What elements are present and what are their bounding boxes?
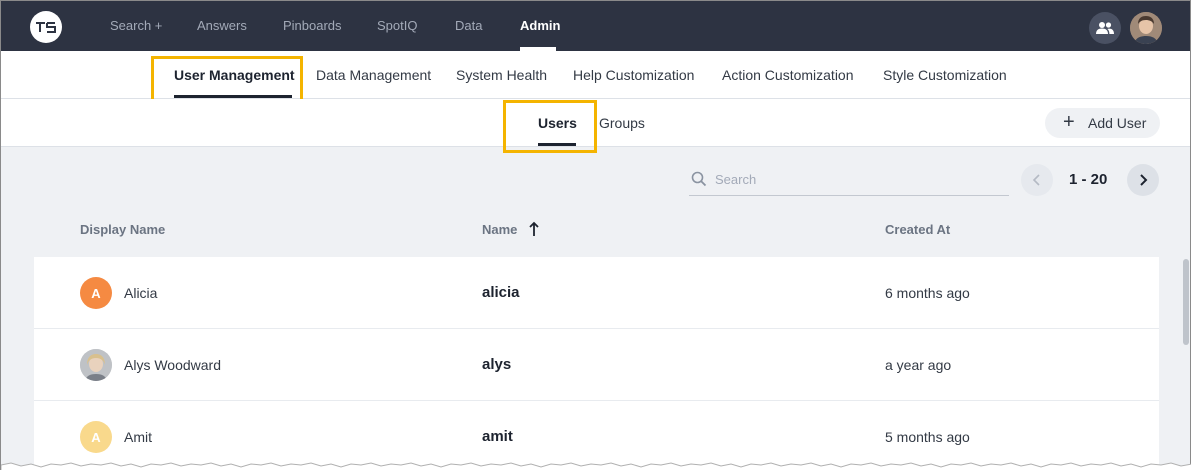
nav-pinboards[interactable]: Pinboards: [283, 18, 342, 33]
avatar: A: [80, 421, 112, 453]
display-name: Amit: [124, 429, 152, 445]
user-name: amit: [482, 428, 513, 445]
plus-icon: +: [1063, 111, 1075, 133]
add-user-button[interactable]: + Add User: [1045, 108, 1160, 138]
avatar: [80, 349, 112, 381]
tab-help-customization[interactable]: Help Customization: [573, 67, 694, 83]
app-logo[interactable]: [30, 11, 62, 43]
created-at: 5 months ago: [885, 429, 970, 445]
search-placeholder: Search: [715, 172, 757, 187]
avatar: A: [80, 277, 112, 309]
avatar-initial: A: [91, 429, 101, 445]
prev-page-button[interactable]: [1021, 164, 1053, 196]
column-header-created-at[interactable]: Created At: [885, 222, 950, 237]
user-name: alys: [482, 356, 512, 373]
table-row[interactable]: Alys Woodward alys a year ago: [34, 329, 1159, 401]
next-page-button[interactable]: [1127, 164, 1159, 196]
search-icon: [691, 171, 707, 187]
nav-search[interactable]: Search +: [110, 18, 162, 33]
column-header-name[interactable]: Name: [482, 222, 517, 237]
tab-action-customization[interactable]: Action Customization: [722, 67, 854, 83]
user-name: alicia: [482, 284, 520, 301]
chevron-right-icon: [1140, 174, 1148, 186]
search-input[interactable]: Search: [689, 167, 1009, 196]
add-user-label: Add User: [1088, 115, 1147, 131]
profile-avatar[interactable]: [1130, 12, 1162, 44]
table-row[interactable]: A Alicia alicia 6 months ago: [34, 257, 1159, 329]
display-name: Alys Woodward: [124, 357, 222, 373]
torn-edge: [1, 462, 1191, 470]
nav-admin[interactable]: Admin: [520, 18, 560, 33]
nav-data[interactable]: Data: [455, 18, 482, 33]
tab-style-customization[interactable]: Style Customization: [883, 67, 1007, 83]
display-name: Alicia: [124, 285, 158, 301]
user-photo-icon: [80, 349, 112, 381]
created-at: 6 months ago: [885, 285, 970, 301]
avatar-initial: A: [91, 285, 101, 301]
top-nav: Search + Answers Pinboards SpotIQ Data A…: [1, 1, 1190, 51]
chevron-left-icon: [1032, 174, 1040, 186]
column-header-display-name[interactable]: Display Name: [80, 222, 165, 237]
created-at: a year ago: [885, 357, 952, 373]
people-button[interactable]: [1089, 12, 1121, 44]
people-icon: [1096, 22, 1114, 34]
tab-system-health[interactable]: System Health: [456, 67, 547, 83]
logo-icon: [36, 22, 56, 33]
tab-groups[interactable]: Groups: [599, 115, 645, 131]
nav-spotiq[interactable]: SpotIQ: [377, 18, 417, 33]
nav-answers[interactable]: Answers: [197, 18, 247, 33]
page-range: 1 - 20: [1069, 171, 1108, 188]
scrollbar[interactable]: [1183, 259, 1189, 345]
sort-ascending-icon[interactable]: [529, 221, 539, 237]
highlight-box-users: [503, 100, 597, 153]
highlight-box-user-management: [151, 56, 303, 105]
tab-data-management[interactable]: Data Management: [316, 67, 431, 83]
profile-photo-icon: [1130, 12, 1162, 44]
